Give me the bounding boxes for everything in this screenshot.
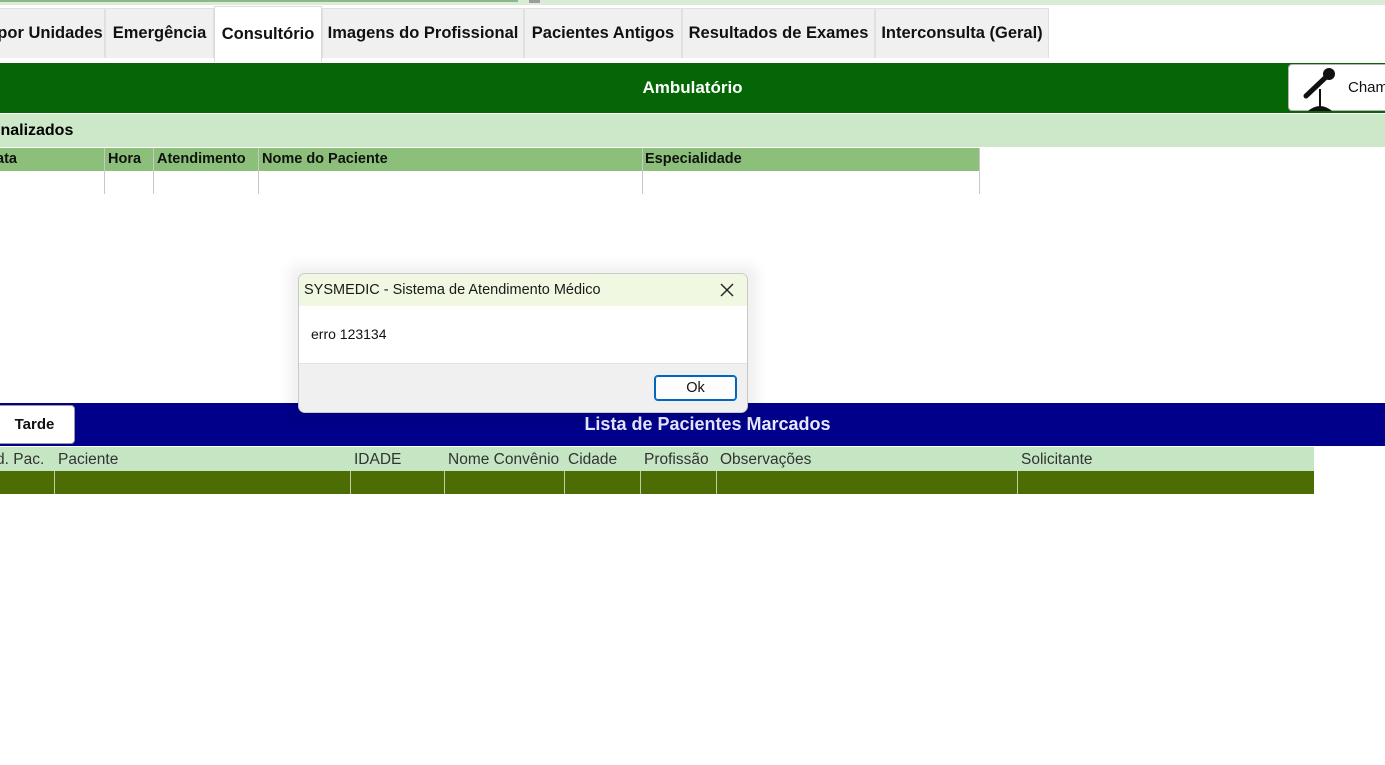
marcados-cell[interactable] (640, 471, 717, 494)
marcados-cell[interactable] (716, 471, 1018, 494)
col-header-solicitante[interactable]: Solicitante (1021, 451, 1093, 469)
tab-emergencia[interactable]: Emergência (105, 8, 214, 58)
col-header-cidade[interactable]: Cidade (568, 451, 617, 469)
top-strip (0, 0, 1385, 5)
tab-consultorio[interactable]: Consultório (214, 6, 322, 62)
dialog-footer: Ok (299, 363, 747, 412)
dialog-titlebar[interactable]: SYSMEDIC - Sistema de Atendimento Médico (299, 274, 747, 306)
tab-pacientes-antigos[interactable]: Pacientes Antigos (524, 8, 682, 58)
marcados-cell[interactable] (350, 471, 445, 494)
marcados-cell[interactable] (444, 471, 565, 494)
top-strip-bar (0, 0, 518, 2)
col-header-nome-do-paciente[interactable]: Nome do Paciente (262, 151, 388, 167)
col-header-cod-pac[interactable]: d. Pac. (0, 451, 44, 469)
ambulatorio-title: Ambulatório (642, 78, 743, 97)
ok-button[interactable]: Ok (654, 375, 737, 401)
col-header-nome-convenio[interactable]: Nome Convênio (448, 451, 559, 469)
finalizados-header: inalizados (0, 114, 1385, 147)
tab-por-unidades[interactable]: por Unidades (0, 8, 105, 58)
call-patient-button[interactable]: Cham (1288, 64, 1385, 111)
col-header-observacoes[interactable]: Observações (720, 451, 811, 469)
dialog-message: erro 123134 (311, 326, 387, 342)
tab-resultados-de-exames[interactable]: Resultados de Exames (682, 8, 875, 58)
tab-interconsulta-geral[interactable]: Interconsulta (Geral) (875, 8, 1049, 58)
error-dialog: SYSMEDIC - Sistema de Atendimento Médico… (298, 273, 748, 413)
call-patient-label: Cham (1348, 79, 1385, 96)
finalizados-title: inalizados (0, 121, 74, 139)
col-header-data[interactable]: ata (0, 151, 17, 167)
marcados-cell[interactable] (1017, 471, 1314, 494)
tarde-button[interactable]: Tarde (0, 405, 75, 444)
col-header-especialidade[interactable]: Especialidade (645, 151, 742, 167)
col-header-paciente[interactable]: Paciente (58, 451, 118, 469)
close-icon[interactable] (713, 276, 741, 304)
col-header-idade[interactable]: IDADE (354, 451, 401, 469)
col-header-profissao[interactable]: Profissão (644, 451, 709, 469)
col-header-hora[interactable]: Hora (108, 151, 141, 167)
marcados-cell[interactable] (54, 471, 351, 494)
dialog-title: SYSMEDIC - Sistema de Atendimento Médico (304, 282, 601, 298)
col-header-atendimento[interactable]: Atendimento (157, 151, 246, 167)
top-strip-marker (529, 0, 540, 3)
tab-imagens-do-profissional[interactable]: Imagens do Profissional (322, 8, 524, 58)
ambulatorio-header: Ambulatório (0, 63, 1385, 113)
marcados-cell[interactable] (564, 471, 641, 494)
tab-bar: por Unidades Emergência Consultório Imag… (0, 6, 1385, 62)
microphone-icon (1303, 67, 1335, 111)
